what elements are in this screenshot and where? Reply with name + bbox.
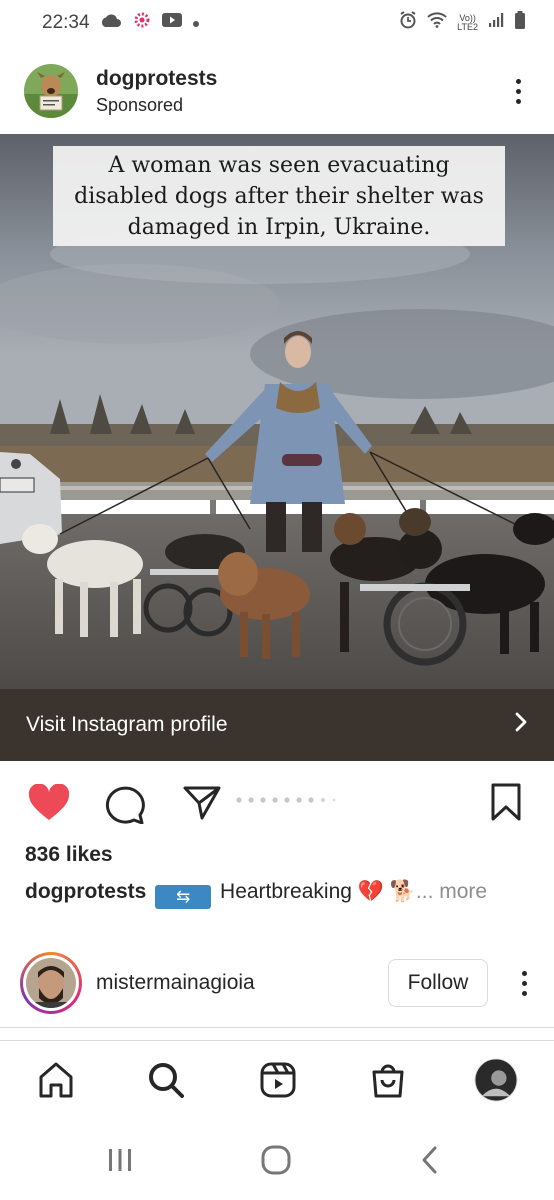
post-options-button[interactable] <box>506 71 530 111</box>
avatar[interactable] <box>24 64 78 118</box>
home-circle-icon[interactable] <box>256 1140 296 1180</box>
signal-icon <box>488 12 504 34</box>
divider <box>0 1027 554 1028</box>
network-label: Vo)) LTE2 <box>457 14 478 32</box>
instagram-notification-icon <box>132 10 152 36</box>
bottom-nav <box>0 1050 554 1110</box>
story-avatar-inner <box>23 955 79 1011</box>
status-bar: 22:34 Vo)) LTE2 <box>0 0 554 46</box>
divider <box>0 1040 554 1041</box>
alarm-icon <box>399 11 417 35</box>
story-avatar[interactable] <box>20 952 82 1014</box>
bookmark-icon[interactable] <box>490 782 522 827</box>
status-right: Vo)) LTE2 <box>399 11 526 35</box>
comment-icon[interactable] <box>104 784 146 829</box>
suggested-username[interactable]: mistermainagioia <box>96 971 255 995</box>
more-dot-icon <box>521 990 527 996</box>
post-image[interactable]: A woman was seen evacuating disabled dog… <box>0 134 554 689</box>
cloud-icon <box>100 12 122 34</box>
youtube-icon <box>161 12 182 34</box>
back-icon[interactable] <box>414 1140 446 1180</box>
caption-emojis: 💔 🐕 <box>357 880 416 903</box>
likes-count[interactable]: 836 likes <box>25 843 113 867</box>
caption-username[interactable]: dogprotests <box>25 880 146 903</box>
shop-icon[interactable] <box>366 1058 410 1102</box>
suggested-options-button[interactable] <box>514 963 534 1003</box>
reels-icon[interactable] <box>256 1058 300 1102</box>
post-caption[interactable]: dogprotests ⇆ Heartbreaking 💔 🐕... more <box>25 879 535 909</box>
lte-label: LTE2 <box>457 22 478 32</box>
avatar <box>26 958 76 1008</box>
more-dot-icon <box>515 88 521 94</box>
battery-icon <box>514 11 526 35</box>
profile-avatar[interactable] <box>474 1058 518 1102</box>
dot-icon <box>192 12 200 34</box>
suggested-post-header: mistermainagioia Follow <box>0 950 554 1016</box>
caption-text: Heartbreaking <box>220 880 352 903</box>
wifi-icon <box>427 12 447 34</box>
share-icon[interactable] <box>182 784 222 827</box>
more-dot-icon <box>521 970 527 976</box>
home-icon[interactable] <box>34 1058 78 1102</box>
follow-button[interactable]: Follow <box>388 959 488 1007</box>
search-icon[interactable] <box>144 1058 188 1102</box>
visit-profile-cta[interactable]: Visit Instagram profile <box>0 689 554 761</box>
post-actions <box>0 776 554 828</box>
carousel-dots <box>236 792 340 810</box>
post-username[interactable]: dogprotests <box>96 67 217 91</box>
visit-profile-label: Visit Instagram profile <box>26 713 228 736</box>
caption-more-link[interactable]: ... more <box>416 880 487 903</box>
system-nav <box>0 1130 554 1190</box>
recents-icon[interactable] <box>102 1140 138 1180</box>
status-left: 22:34 <box>42 10 200 36</box>
status-time: 22:34 <box>42 12 90 33</box>
sponsored-label: Sponsored <box>96 94 184 115</box>
more-dot-icon <box>515 98 521 104</box>
more-dot-icon <box>515 78 521 84</box>
chevron-right-icon <box>514 711 528 739</box>
header-text: dogprotests Sponsored <box>96 67 217 116</box>
more-dot-icon <box>521 980 527 986</box>
post-header: dogprotests Sponsored <box>0 60 554 122</box>
left-right-arrow-icon: ⇆ <box>155 885 212 909</box>
image-caption-overlay: A woman was seen evacuating disabled dog… <box>53 146 505 246</box>
heart-filled-icon[interactable] <box>28 783 70 827</box>
